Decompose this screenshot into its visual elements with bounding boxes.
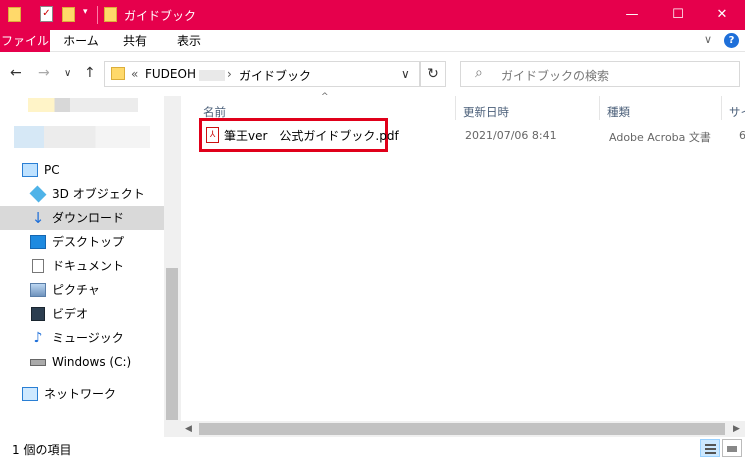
breadcrumb-separator: › xyxy=(227,67,232,81)
column-header-size[interactable]: サイ xyxy=(729,102,745,122)
horizontal-scroll-thumb[interactable] xyxy=(199,423,725,435)
tab-file[interactable]: ファイル xyxy=(0,30,50,52)
file-type: Adobe Acroba 文書 xyxy=(609,131,711,144)
column-separator[interactable] xyxy=(721,96,722,120)
forward-button[interactable]: → xyxy=(38,65,50,81)
onedrive-item-redacted[interactable] xyxy=(14,126,150,148)
window-folder-icon xyxy=(104,7,117,22)
pdf-file-icon: ⅄ xyxy=(206,127,219,143)
search-input[interactable]: ガイドブックの検索 xyxy=(501,67,609,84)
address-dropdown-icon[interactable]: ∨ xyxy=(401,67,410,81)
pc-icon xyxy=(22,163,38,177)
nav-item-downloads[interactable]: ↓ ダウンロード xyxy=(0,206,164,230)
nav-item-3d-objects[interactable]: 3D オブジェクト xyxy=(0,182,164,206)
column-header-type[interactable]: 種類 xyxy=(607,102,630,122)
navpane-scroll-thumb[interactable] xyxy=(166,268,178,420)
nav-item-pictures[interactable]: ピクチャ xyxy=(0,278,164,302)
breadcrumb-overflow[interactable]: « xyxy=(131,67,138,81)
nav-item-videos[interactable]: ビデオ xyxy=(0,302,164,326)
refresh-button[interactable]: ↻ xyxy=(420,61,446,87)
large-icons-view-button[interactable] xyxy=(722,439,742,457)
minimize-button[interactable]: — xyxy=(609,0,655,30)
tab-home[interactable]: ホーム xyxy=(56,30,106,52)
nav-item-network[interactable]: ネットワーク xyxy=(0,382,164,406)
up-button[interactable]: ↑ xyxy=(84,65,96,81)
folder-icon[interactable] xyxy=(8,7,21,22)
music-icon: ♪ xyxy=(33,330,43,346)
pictures-icon xyxy=(30,283,46,297)
navigation-pane: PC 3D オブジェクト ↓ ダウンロード デスクトップ ドキュメント ピクチャ… xyxy=(0,96,180,437)
quick-access-dropdown[interactable]: ▾ xyxy=(83,7,88,17)
horizontal-scrollbar[interactable]: ◀ ▶ xyxy=(181,421,745,437)
file-list: ^ 名前 更新日時 種類 サイ ⅄ 筆王ver 公式ガイドブック.pdf 202… xyxy=(180,92,745,437)
file-size: 6 xyxy=(739,129,745,142)
file-modified: 2021/07/06 8:41 xyxy=(465,129,557,142)
window-title: ガイドブック xyxy=(124,9,197,23)
tab-view[interactable]: 表示 xyxy=(166,30,212,52)
expand-ribbon-icon[interactable]: ∨ xyxy=(704,33,712,46)
scroll-right-icon[interactable]: ▶ xyxy=(733,421,740,437)
large-icons-view-icon xyxy=(727,446,737,452)
recent-locations-button[interactable]: ∨ xyxy=(64,68,71,79)
new-folder-icon[interactable] xyxy=(62,7,75,22)
desktop-icon xyxy=(30,235,46,249)
scroll-left-icon[interactable]: ◀ xyxy=(185,421,192,437)
back-button[interactable]: ← xyxy=(10,65,22,81)
nav-item-pc[interactable]: PC xyxy=(0,158,164,182)
column-separator[interactable] xyxy=(455,96,456,120)
drive-icon xyxy=(30,359,46,366)
file-name[interactable]: 筆王ver 公式ガイドブック.pdf xyxy=(224,127,399,144)
search-box[interactable]: ⌕ ガイドブックの検索 xyxy=(460,61,740,87)
ribbon-tabs: ファイル ホーム 共有 表示 ∨ ? xyxy=(0,30,745,52)
breadcrumb-fudeoh[interactable]: FUDEOH xyxy=(145,67,196,81)
documents-icon xyxy=(32,259,44,273)
download-icon: ↓ xyxy=(31,209,45,227)
search-icon: ⌕ xyxy=(475,65,483,81)
sort-ascending-icon: ^ xyxy=(321,92,329,102)
nav-item-desktop[interactable]: デスクトップ xyxy=(0,230,164,254)
videos-icon xyxy=(31,307,45,321)
3d-objects-icon xyxy=(29,185,47,203)
status-bar: 1 個の項目 xyxy=(0,437,745,459)
folder-icon xyxy=(111,67,125,80)
tab-share[interactable]: 共有 xyxy=(112,30,158,52)
column-separator[interactable] xyxy=(599,96,600,120)
details-view-button[interactable] xyxy=(700,439,720,457)
help-icon[interactable]: ? xyxy=(724,33,739,48)
item-count: 1 個の項目 xyxy=(12,443,72,457)
maximize-button[interactable]: ☐ xyxy=(655,0,701,30)
nav-item-windows-c[interactable]: Windows (C:) xyxy=(0,350,164,374)
quick-access-item-redacted[interactable] xyxy=(28,98,138,112)
separator xyxy=(97,6,98,24)
nav-item-documents[interactable]: ドキュメント xyxy=(0,254,164,278)
nav-item-music[interactable]: ♪ ミュージック xyxy=(0,326,164,350)
network-icon xyxy=(22,387,38,401)
close-button[interactable]: ✕ xyxy=(699,0,745,30)
details-view-icon xyxy=(705,444,716,446)
redacted-block xyxy=(199,70,225,81)
column-header-modified[interactable]: 更新日時 xyxy=(463,102,509,122)
properties-icon[interactable]: ✓ xyxy=(40,6,53,22)
address-bar[interactable]: « FUDEOH › ガイドブック ∨ xyxy=(104,61,420,87)
breadcrumb-guidebook[interactable]: ガイドブック xyxy=(239,67,311,84)
title-bar: ✓ ▾ ガイドブック — ☐ ✕ xyxy=(0,0,745,30)
navigation-bar: ← → ∨ ↑ « FUDEOH › ガイドブック ∨ ↻ ⌕ ガイドブックの検… xyxy=(0,52,745,96)
navpane-scrollbar[interactable] xyxy=(164,96,180,437)
